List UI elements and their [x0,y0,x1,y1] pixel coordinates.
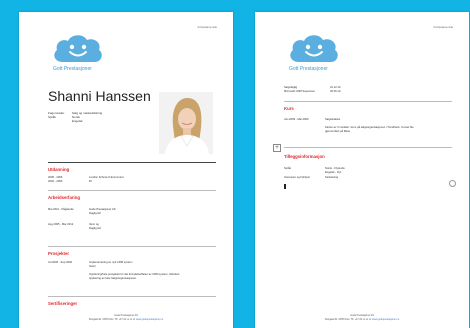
course-desc: gjennomført på Møre [325,130,351,133]
work-role: Daglig leif [89,212,101,215]
work-period: Aug 2005 - Mar 2012 [48,223,74,226]
footer: Gode Prestasjoner AS Storgata 9b, 0155 O… [255,314,469,321]
course-period: Jan 2009 - Mai 2009 [284,118,309,121]
info-value-sprak-2: Engelsk [72,119,83,123]
brand-name: Gott Prestasjoner [53,66,92,72]
extra-value: Engelsk - Flyt [325,171,342,174]
separator [48,190,216,191]
section-sertifiseringer: Sertifiseringer [48,301,78,306]
work-role: Daglig leif [89,227,101,230]
project-desc: opplæring av hele Salgsorganisasjonen. [89,277,137,280]
separator [48,162,216,163]
corner-label: Kompetanse side [197,26,217,29]
cv-page-1: Gott Prestasjoner Kompetanse side Shanni… [19,12,233,328]
footer-address: Storgata 9b, 0155 Oslo, Tlf: +47 22 xx x… [324,317,372,321]
footer: Gode Prestasjoner AS Storgata 9b, 0155 O… [19,314,233,321]
section-prosjekter: Prosjekter [48,251,70,256]
text-cursor [284,184,286,189]
separator [48,296,216,297]
profile-photo [159,92,213,154]
course-name: Salgsledelse [325,118,341,121]
brand-name: Gott Prestasjoner [289,66,328,72]
work-period: Mai 2012 - Pågående [48,208,74,211]
project-org: Intern [89,265,96,268]
section-kurs: Kurs [284,106,294,111]
add-section-icon[interactable]: + [273,144,281,152]
person-name: Shanni Hanssen [48,88,151,104]
corner-label: Kompetanse side [433,26,453,29]
footer-address: Storgata 9b, 0155 Oslo, Tlf: +47 22 xx x… [88,317,136,321]
separator [284,101,452,102]
cert-date: 30.06.10 [330,90,341,93]
info-label-sprak: Språk [48,115,56,119]
extra-label: Interesser og hobbyer [284,176,311,179]
extra-value: Seilsetning [325,176,339,179]
section-utdanning: Utdanning [48,167,70,172]
education-period: 2002 - 2005 [48,180,63,183]
cloud-logo-icon [54,35,102,62]
circle-handle-icon[interactable] [449,180,456,187]
education-title: London School of Economics [89,176,124,179]
extra-label: Språk [284,167,292,170]
education-title: BI [89,180,92,183]
section-tilleggsinformasjon: Tilleggsinformasjon [284,154,325,159]
separator [48,246,216,247]
footer-link[interactable]: www.godeprestasjoner.no [136,318,163,321]
cert-name: Microsoft CRM Superuser [284,90,315,93]
cv-page-2: Gott Prestasjoner Kompetanse side Salgsf… [255,12,469,328]
footer-link[interactable]: www.godeprestasjoner.no [372,318,399,321]
section-arbeidserfaring: Arbeidserfaring [48,195,80,200]
cloud-logo-icon [290,35,338,62]
separator [284,147,452,148]
project-period: Jul 2006 - Sep 2006 [48,261,73,264]
